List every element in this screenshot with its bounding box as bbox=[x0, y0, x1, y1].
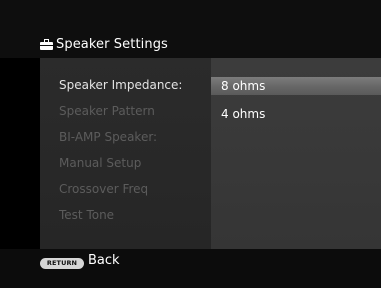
return-button-icon: RETURN bbox=[40, 258, 84, 269]
page-title: Speaker Settings bbox=[40, 37, 168, 52]
option-4-ohms[interactable]: 4 ohms bbox=[211, 105, 381, 123]
title-bar: Speaker Settings bbox=[0, 0, 381, 58]
option-8-ohms[interactable]: 8 ohms bbox=[211, 77, 381, 95]
options-panel: 8 ohms 4 ohms bbox=[211, 58, 381, 249]
menu-item-bi-amp-speaker: BI-AMP Speaker: bbox=[59, 130, 158, 144]
menu-item-manual-setup: Manual Setup bbox=[59, 156, 142, 170]
page-title-text: Speaker Settings bbox=[56, 37, 168, 52]
menu-item-test-tone: Test Tone bbox=[59, 208, 115, 222]
menu-item-speaker-pattern: Speaker Pattern bbox=[59, 104, 155, 118]
back-button[interactable]: Back bbox=[88, 253, 120, 268]
menu-item-crossover-freq: Crossover Freq bbox=[59, 182, 149, 196]
settings-menu: Speaker Impedance: Speaker Pattern BI-AM… bbox=[40, 58, 211, 249]
footer-bar: RETURN Back bbox=[0, 249, 381, 288]
toolbox-icon bbox=[40, 39, 53, 50]
menu-item-speaker-impedance[interactable]: Speaker Impedance: bbox=[59, 78, 182, 92]
speaker-settings-screen: Speaker Settings Speaker Impedance: Spea… bbox=[0, 0, 381, 288]
